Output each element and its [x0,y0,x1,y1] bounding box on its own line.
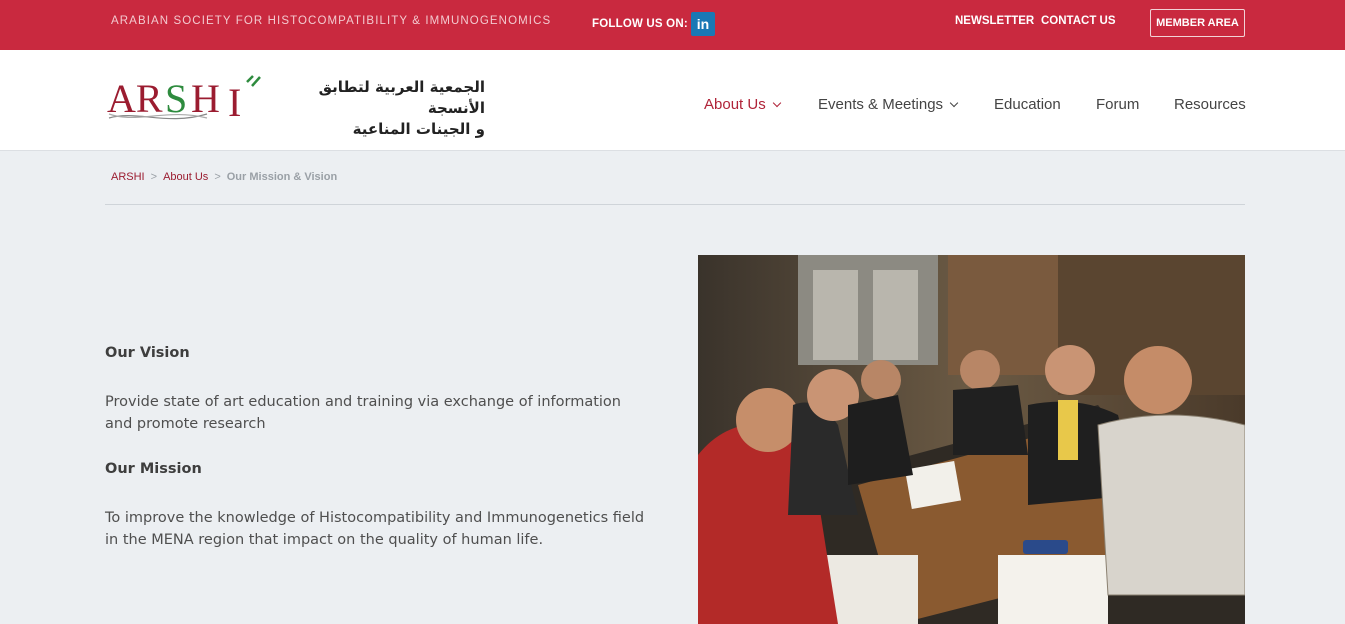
divider [105,204,1245,205]
group-photo [698,255,1245,624]
org-name: ARABIAN SOCIETY FOR HISTOCOMPATIBILITY &… [111,15,552,27]
vision-text: Provide state of art education and train… [105,394,621,432]
follow-label: FOLLOW US ON: [592,18,688,30]
chevron-down-icon [949,98,959,108]
linkedin-icon[interactable]: in [691,12,715,36]
nav-resources[interactable]: Resources [1174,96,1246,113]
arabic-org-name: الجمعية العربية لتطابق الأنسجة و الجينات… [318,78,485,138]
svg-text:I: I [228,80,241,124]
breadcrumb: ARSHI > About Us > Our Mission & Vision [111,171,337,183]
breadcrumb-current: Our Mission & Vision [226,171,338,183]
breadcrumb-separator: > [150,171,158,183]
nav-events-meetings[interactable]: Events & Meetings [818,96,959,113]
nav-about-us[interactable]: About Us [704,96,781,113]
member-area-button[interactable]: MEMBER AREA [1150,9,1245,37]
breadcrumb-parent[interactable]: About Us [163,171,208,183]
nav-forum[interactable]: Forum [1096,96,1139,113]
site-header: AR S H I الجمعية العربية لتطابق الأنسجة … [0,50,1345,151]
arshi-logo[interactable]: AR S H I [107,74,287,124]
breadcrumb-separator: > [214,171,221,183]
top-bar: ARABIAN SOCIETY FOR HISTOCOMPATIBILITY &… [0,0,1345,50]
mission-heading: Our Mission [105,461,202,477]
nav-education[interactable]: Education [994,96,1061,113]
mission-text: To improve the knowledge of Histocompati… [105,510,645,548]
vision-heading: Our Vision [105,345,190,361]
newsletter-link[interactable]: NEWSLETTER [955,15,1034,27]
svg-text:AR: AR [107,76,163,121]
chevron-down-icon [772,98,781,108]
contact-link[interactable]: CONTACT US [1041,15,1116,27]
breadcrumb-home[interactable]: ARSHI [111,171,145,183]
